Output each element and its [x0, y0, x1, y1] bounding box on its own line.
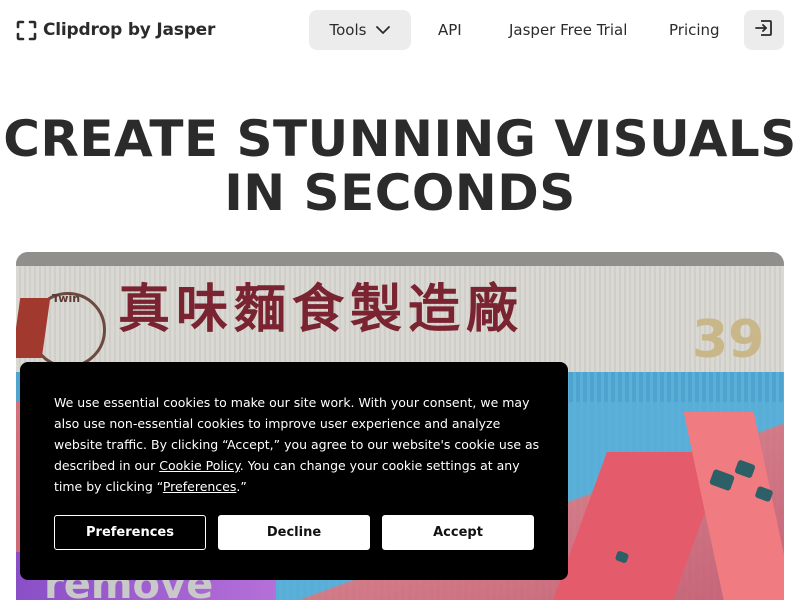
- cookie-consent-banner: We use essential cookies to make our sit…: [20, 362, 568, 580]
- nav-tools-label: Tools: [329, 21, 367, 39]
- sign-chinese-text: 真味麵食製造廠: [118, 279, 525, 340]
- cookie-message: We use essential cookies to make our sit…: [54, 392, 544, 497]
- clipdrop-logo-icon: [16, 20, 37, 41]
- preferences-link[interactable]: Preferences: [163, 479, 237, 494]
- nav-api-link[interactable]: API: [438, 10, 462, 50]
- hero-title-line1: CREATE STUNNING VISUALS: [3, 110, 797, 168]
- cookie-text-part3: .”: [236, 479, 247, 494]
- cookie-policy-link[interactable]: Cookie Policy: [159, 458, 240, 473]
- login-button[interactable]: [744, 10, 784, 50]
- decline-button[interactable]: Decline: [218, 515, 370, 550]
- hero-title: CREATE STUNNING VISUALS IN SECONDS: [0, 112, 800, 220]
- accept-button[interactable]: Accept: [382, 515, 534, 550]
- nav-pricing-link[interactable]: Pricing: [669, 10, 720, 50]
- nav-free-trial-link[interactable]: Jasper Free Trial: [509, 10, 627, 50]
- preferences-button[interactable]: Preferences: [54, 515, 206, 550]
- brand-logo[interactable]: Clipdrop by Jasper: [16, 19, 215, 41]
- brand-name: Clipdrop by Jasper: [43, 20, 216, 40]
- sign-top-strip: [16, 252, 784, 266]
- chevron-down-icon: [376, 21, 391, 39]
- site-header: Clipdrop by Jasper Tools API Jasper Free…: [0, 0, 800, 62]
- sign-in-icon: [754, 18, 774, 42]
- hero-title-line2: IN SECONDS: [224, 164, 576, 222]
- sign-number: 39: [692, 310, 765, 370]
- nav-tools-dropdown[interactable]: Tools: [309, 10, 411, 50]
- sign-seal-text: Twin: [52, 292, 81, 305]
